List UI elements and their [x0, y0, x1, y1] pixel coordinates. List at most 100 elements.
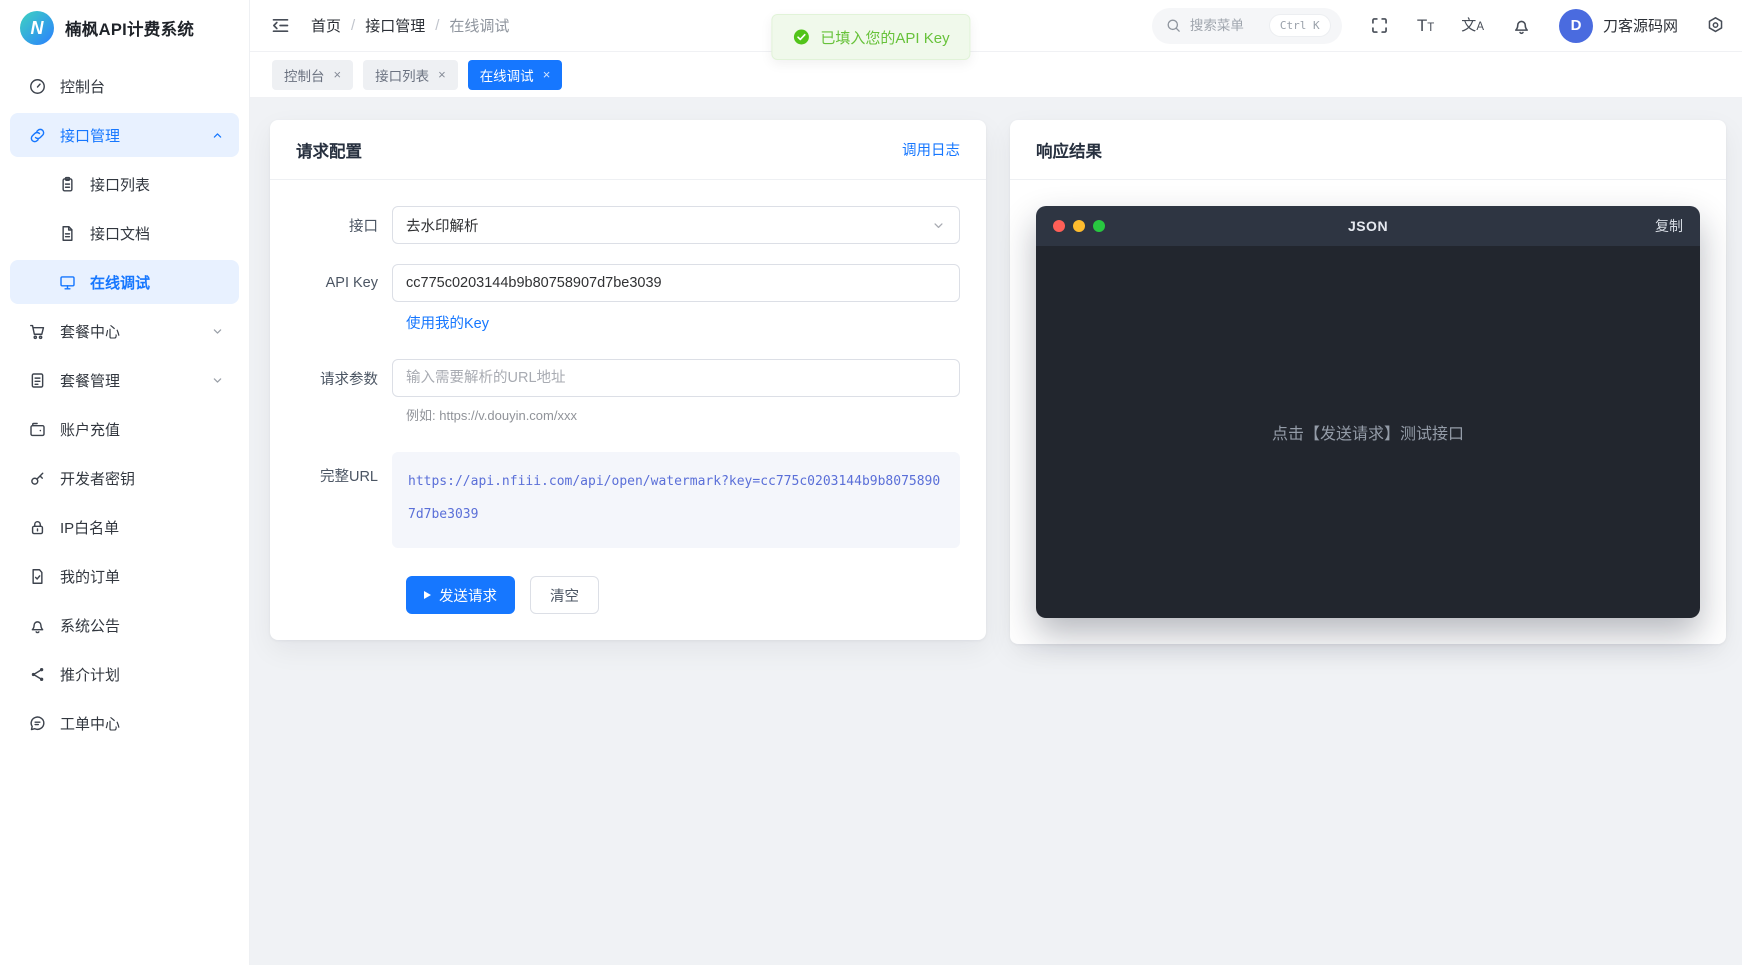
send-request-label: 发送请求 [439, 585, 497, 606]
request-panel-header: 请求配置 调用日志 [270, 120, 986, 180]
tab-api-list[interactable]: 接口列表 × [363, 60, 458, 90]
tab-label: 在线调试 [480, 65, 534, 85]
app-logo-row: N 楠枫API计费系统 [0, 0, 249, 56]
window-minimize-dot [1073, 220, 1085, 232]
toast-text: 已填入您的API Key [820, 27, 949, 48]
sidebar-item-referral-plan[interactable]: 推介计划 [10, 652, 239, 696]
sidebar-item-api-manage[interactable]: 接口管理 [10, 113, 239, 157]
breadcrumb: 首页 / 接口管理 / 在线调试 [311, 15, 509, 36]
monitor-icon [58, 273, 77, 292]
sidebar-collapse-button[interactable] [270, 15, 291, 36]
breadcrumb-separator: / [351, 17, 355, 34]
sidebar-item-account-recharge[interactable]: 账户充值 [10, 407, 239, 451]
sidebar-item-online-debug[interactable]: 在线调试 [10, 260, 239, 304]
sidebar-item-label: 系统公告 [60, 615, 120, 636]
params-label: 请求参数 [296, 368, 392, 389]
font-size-button[interactable]: TT [1417, 17, 1434, 35]
app-title: 楠枫API计费系统 [65, 16, 194, 40]
sidebar-item-package-center[interactable]: 套餐中心 [10, 309, 239, 353]
sidebar-item-label: 套餐管理 [60, 370, 120, 391]
search-input[interactable] [1190, 18, 1262, 33]
share-icon [28, 665, 47, 684]
avatar: D [1559, 9, 1593, 43]
app-root: N 楠枫API计费系统 控制台 接口管理 接口列表 接口文档 [0, 0, 1742, 965]
params-input[interactable] [392, 359, 960, 397]
key-icon [28, 469, 47, 488]
api-key-label: API Key [296, 275, 392, 291]
params-hint: 例如: https://v.douyin.com/xxx [406, 405, 960, 424]
notebook-icon [28, 371, 47, 390]
api-select[interactable]: 去水印解析 [392, 206, 960, 244]
breadcrumb-home[interactable]: 首页 [311, 15, 341, 36]
menu-search[interactable]: Ctrl K [1152, 8, 1342, 44]
copy-button[interactable]: 复制 [1655, 216, 1683, 236]
sidebar-item-developer-key[interactable]: 开发者密钥 [10, 456, 239, 500]
close-icon[interactable]: × [334, 68, 342, 81]
request-config-panel: 请求配置 调用日志 接口 去水印解析 API K [270, 120, 986, 640]
sidebar-item-ticket-center[interactable]: 工单中心 [10, 701, 239, 745]
chevron-down-icon [210, 373, 225, 388]
user-menu[interactable]: D 刀客源码网 [1559, 9, 1678, 43]
dashboard-icon [28, 77, 47, 96]
app-logo-icon: N [20, 11, 54, 45]
sidebar-item-my-orders[interactable]: 我的订单 [10, 554, 239, 598]
response-result-panel: 响应结果 JSON 复制 [1010, 120, 1726, 644]
sidebar-item-label: 推介计划 [60, 664, 120, 685]
use-my-key-link[interactable]: 使用我的Key [406, 316, 489, 332]
send-request-button[interactable]: 发送请求 [406, 576, 515, 614]
breadcrumb-current: 在线调试 [449, 15, 509, 36]
breadcrumb-separator: / [435, 17, 439, 34]
response-panel-header: 响应结果 [1010, 120, 1726, 180]
sidebar-item-api-docs[interactable]: 接口文档 [10, 211, 239, 255]
username: 刀客源码网 [1603, 15, 1678, 36]
sidebar-item-system-notice[interactable]: 系统公告 [10, 603, 239, 647]
notifications-button[interactable] [1511, 15, 1532, 36]
full-url-value: https://api.nfiii.com/api/open/watermark… [392, 452, 960, 548]
success-check-icon [792, 28, 810, 46]
api-key-input[interactable] [392, 264, 960, 302]
fullscreen-button[interactable] [1369, 15, 1390, 36]
play-icon [424, 591, 431, 599]
sidebar-item-label: 在线调试 [90, 272, 150, 293]
chevron-down-icon [210, 324, 225, 339]
settings-button[interactable] [1705, 15, 1726, 36]
toast-message: 已填入您的API Key [771, 14, 970, 60]
response-panel-body: JSON 复制 点击【发送请求】测试接口 [1010, 180, 1726, 644]
panel-title: 响应结果 [1036, 138, 1102, 162]
sidebar-item-label: 接口管理 [60, 125, 120, 146]
response-placeholder: 点击【发送请求】测试接口 [1272, 420, 1464, 444]
search-icon [1165, 17, 1182, 34]
chevron-up-icon [210, 128, 225, 143]
bell-icon [1511, 15, 1532, 36]
call-log-link[interactable]: 调用日志 [902, 139, 960, 160]
window-close-dot [1053, 220, 1065, 232]
link-icon [28, 126, 47, 145]
window-maximize-dot [1093, 220, 1105, 232]
request-form: 接口 去水印解析 API Key [270, 180, 986, 640]
sidebar-item-ip-whitelist[interactable]: IP白名单 [10, 505, 239, 549]
sidebar-item-label: 开发者密钥 [60, 468, 135, 489]
cart-icon [28, 322, 47, 341]
sidebar-item-console[interactable]: 控制台 [10, 64, 239, 108]
panel-title: 请求配置 [296, 138, 362, 162]
tab-online-debug[interactable]: 在线调试 × [468, 60, 563, 90]
breadcrumb-section[interactable]: 接口管理 [365, 15, 425, 36]
sidebar-item-package-manage[interactable]: 套餐管理 [10, 358, 239, 402]
sidebar-item-label: 控制台 [60, 76, 105, 97]
close-icon[interactable]: × [543, 68, 551, 81]
lock-icon [28, 518, 47, 537]
chevron-down-icon [931, 218, 946, 233]
sidebar-item-label: 我的订单 [60, 566, 120, 587]
full-url-label: 完整URL [296, 452, 392, 486]
fullscreen-icon [1369, 15, 1390, 36]
sidebar-item-label: IP白名单 [60, 517, 119, 538]
clipboard-icon [58, 175, 77, 194]
topbar-actions: Ctrl K TT 文A D 刀客源码网 [1152, 8, 1726, 44]
bell-icon [28, 616, 47, 635]
translate-button[interactable]: 文A [1461, 18, 1484, 34]
sidebar-item-api-list[interactable]: 接口列表 [10, 162, 239, 206]
sidebar-item-label: 接口文档 [90, 223, 150, 244]
clear-button[interactable]: 清空 [530, 576, 599, 614]
tab-console[interactable]: 控制台 × [272, 60, 353, 90]
close-icon[interactable]: × [438, 68, 446, 81]
